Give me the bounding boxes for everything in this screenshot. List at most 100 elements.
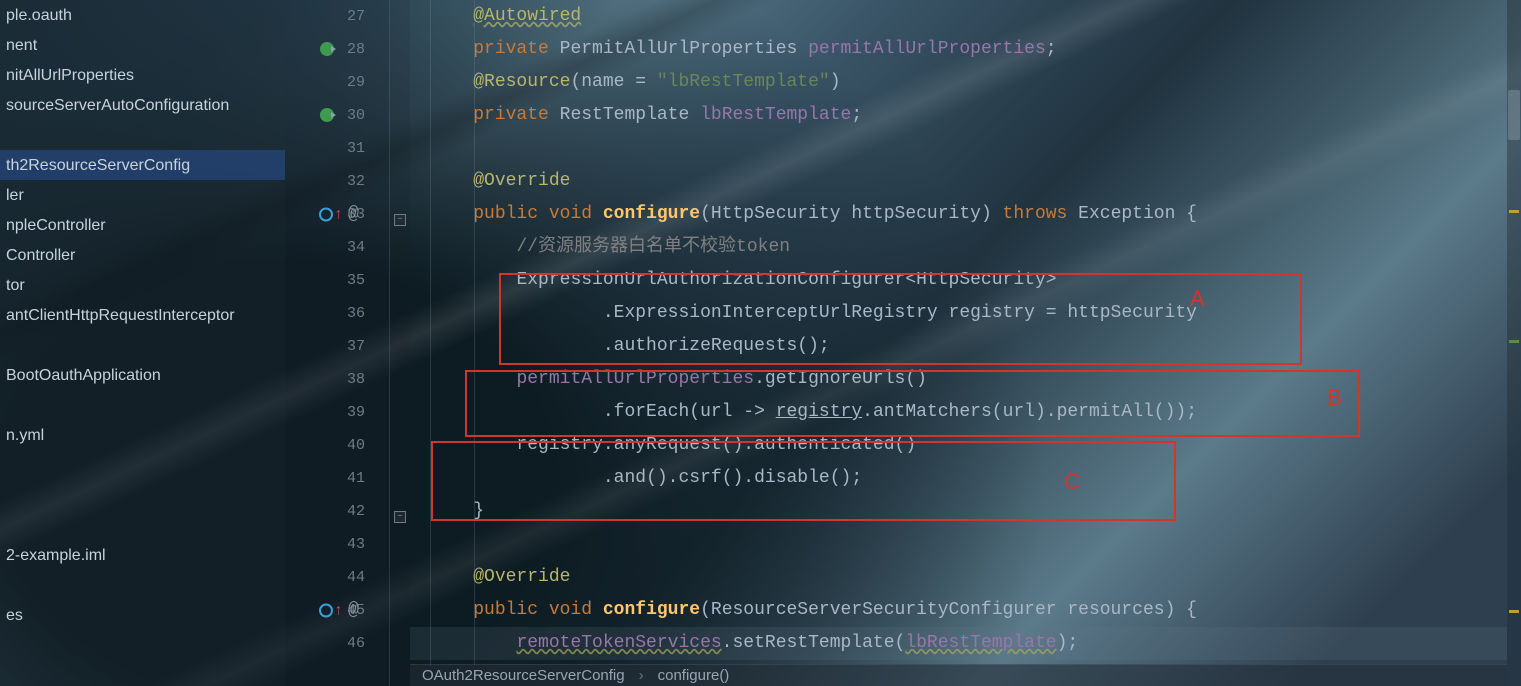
- tree-item[interactable]: Controller: [0, 240, 285, 270]
- tree-item[interactable]: nent: [0, 30, 285, 60]
- tree-item[interactable]: [0, 510, 285, 540]
- run-icon[interactable]: [319, 41, 337, 59]
- tree-item[interactable]: [0, 390, 285, 420]
- code-token: ) {: [1165, 594, 1197, 627]
- tree-item[interactable]: [0, 120, 285, 150]
- line-number: 28: [337, 33, 365, 66]
- arrow-up-icon: ↑: [334, 594, 343, 627]
- gutter-row: 37: [285, 330, 389, 363]
- code-line[interactable]: @Override: [410, 165, 1507, 198]
- code-token: [473, 363, 516, 396]
- tree-item[interactable]: ple.oauth: [0, 0, 285, 30]
- breadcrumb-item[interactable]: OAuth2ResourceServerConfig: [422, 659, 625, 686]
- tree-item[interactable]: [0, 450, 285, 480]
- code-token: throws: [1003, 198, 1068, 231]
- tree-item[interactable]: npleController: [0, 210, 285, 240]
- code-token: ): [830, 66, 841, 99]
- code-token: public void: [473, 594, 592, 627]
- code-token: ();: [797, 330, 829, 363]
- code-token: HttpSecurity httpSecurity: [711, 198, 981, 231]
- gutter-row: 27: [285, 0, 389, 33]
- line-number: 41: [337, 462, 365, 495]
- code-line[interactable]: private PermitAllUrlProperties permitAll…: [410, 33, 1507, 66]
- code-token: getIgnoreUrls: [765, 363, 905, 396]
- code-line[interactable]: .authorizeRequests();: [410, 330, 1507, 363]
- tree-item[interactable]: es: [0, 600, 285, 630]
- code-line[interactable]: registry.anyRequest().authenticated(): [410, 429, 1507, 462]
- code-token: @Override: [473, 561, 570, 594]
- tree-item[interactable]: [0, 570, 285, 600]
- code-editor[interactable]: @Autowired private PermitAllUrlPropertie…: [410, 0, 1507, 686]
- tree-item[interactable]: th2ResourceServerConfig: [0, 150, 285, 180]
- gutter-row: 40: [285, 429, 389, 462]
- code-token: name: [581, 66, 624, 99]
- gutter: 27282930313233↑@343536373839404142434445…: [285, 0, 390, 686]
- code-token: remoteTokenServices: [516, 627, 721, 660]
- code-line[interactable]: permitAllUrlProperties.getIgnoreUrls(): [410, 363, 1507, 396]
- code-line[interactable]: @Resource(name = "lbRestTemplate"): [410, 66, 1507, 99]
- code-line[interactable]: public void configure(HttpSecurity httpS…: [410, 198, 1507, 231]
- code-token: ;: [851, 99, 862, 132]
- code-token: private: [473, 33, 549, 66]
- code-token: ): [981, 198, 1003, 231]
- code-token: forEach: [614, 396, 690, 429]
- code-line[interactable]: public void configure(ResourceServerSecu…: [410, 594, 1507, 627]
- tree-item[interactable]: sourceServerAutoConfiguration: [0, 90, 285, 120]
- code-line[interactable]: //资源服务器白名单不校验token: [410, 231, 1507, 264]
- code-token: (: [895, 627, 906, 660]
- tree-item[interactable]: [0, 330, 285, 360]
- line-number: 39: [337, 396, 365, 429]
- code-line[interactable]: remoteTokenServices.setRestTemplate(lbRe…: [410, 627, 1507, 660]
- gutter-row: 33↑@: [285, 198, 389, 231]
- scrollbar-thumb[interactable]: [1508, 90, 1520, 140]
- tree-item[interactable]: ler: [0, 180, 285, 210]
- code-token: ExpressionUrlAuthorizationConfigurer: [516, 264, 905, 297]
- code-line[interactable]: ExpressionUrlAuthorizationConfigurer<Htt…: [410, 264, 1507, 297]
- code-line[interactable]: @Override: [410, 561, 1507, 594]
- code-line[interactable]: .and().csrf().disable();: [410, 462, 1507, 495]
- code-line[interactable]: [410, 528, 1507, 561]
- override-gutter-icon[interactable]: [319, 208, 333, 222]
- tree-item[interactable]: [0, 480, 285, 510]
- tree-item[interactable]: nitAllUrlProperties: [0, 60, 285, 90]
- code-token: ;: [1046, 33, 1057, 66]
- line-number: 36: [337, 297, 365, 330]
- code-line[interactable]: private RestTemplate lbRestTemplate;: [410, 99, 1507, 132]
- code-token: (url).: [992, 396, 1057, 429]
- gutter-row: 28: [285, 33, 389, 66]
- code-token: [592, 594, 603, 627]
- fold-handle-icon[interactable]: –: [394, 511, 406, 523]
- run-icon[interactable]: [319, 107, 337, 125]
- code-token: =: [624, 66, 656, 99]
- tree-item[interactable]: antClientHttpRequestInterceptor: [0, 300, 285, 330]
- gutter-row: 30: [285, 99, 389, 132]
- code-line[interactable]: @Autowired: [410, 0, 1507, 33]
- line-number: 29: [337, 66, 365, 99]
- gutter-row: 41: [285, 462, 389, 495]
- gutter-row: 45↑@: [285, 594, 389, 627]
- tree-item[interactable]: 2-example.iml: [0, 540, 285, 570]
- tree-item[interactable]: BootOauthApplication: [0, 360, 285, 390]
- scrollbar[interactable]: [1507, 0, 1521, 686]
- code-line[interactable]: [410, 132, 1507, 165]
- tree-item[interactable]: tor: [0, 270, 285, 300]
- code-line[interactable]: }: [410, 495, 1507, 528]
- code-token: ResourceServerSecurityConfigurer resourc…: [711, 594, 1165, 627]
- code-token: (: [700, 594, 711, 627]
- code-line[interactable]: .ExpressionInterceptUrlRegistry registry…: [410, 297, 1507, 330]
- project-tree[interactable]: ple.oauthnentnitAllUrlPropertiessourceSe…: [0, 0, 285, 686]
- code-token: ().: [722, 462, 754, 495]
- code-token: .: [473, 297, 613, 330]
- fold-column[interactable]: – –: [390, 0, 410, 686]
- chevron-right-icon: ›: [639, 659, 644, 686]
- breadcrumb-item[interactable]: configure(): [658, 659, 730, 686]
- tree-item[interactable]: n.yml: [0, 420, 285, 450]
- code-line[interactable]: .forEach(url -> registry.antMatchers(url…: [410, 396, 1507, 429]
- override-gutter-icon[interactable]: [319, 604, 333, 618]
- code-token: @Resource: [473, 66, 570, 99]
- fold-handle-icon[interactable]: –: [394, 214, 406, 226]
- code-token: configure: [603, 594, 700, 627]
- code-token: <: [905, 264, 916, 297]
- line-number: 31: [337, 132, 365, 165]
- breadcrumbs[interactable]: OAuth2ResourceServerConfig › configure(): [410, 664, 1507, 686]
